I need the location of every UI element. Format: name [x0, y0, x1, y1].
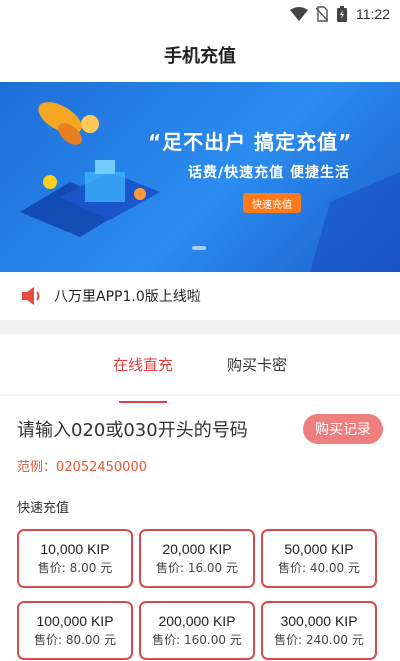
package-card[interactable]: 50,000 KIP 售价: 40.00 元: [261, 529, 377, 588]
package-price: 售价: 40.00 元: [277, 561, 361, 575]
package-amount: 100,000 KIP: [36, 613, 114, 629]
example-number: 范例：02052450000: [17, 460, 147, 475]
package-amount: 300,000 KIP: [280, 613, 358, 629]
wifi-icon: [290, 7, 308, 21]
banner-subtitle: 话费/快速充值 便捷生活: [188, 165, 350, 181]
battery-charging-icon: [337, 6, 347, 22]
recharge-tabs: 在线直充 购买卡密: [0, 334, 400, 403]
quick-recharge-banner-button[interactable]: 快速充值: [243, 193, 301, 213]
package-card[interactable]: 200,000 KIP 售价: 160.00 元: [139, 601, 255, 660]
promo-banner[interactable]: “足不出户 搞定充值” 话费/快速充值 便捷生活 快速充值: [0, 82, 400, 272]
package-amount: 20,000 KIP: [162, 541, 232, 557]
status-bar: 11:22: [0, 0, 400, 28]
tab-online-recharge[interactable]: 在线直充: [109, 346, 177, 403]
carousel-indicator: [192, 246, 206, 250]
quick-recharge-title: 快速充值: [17, 501, 70, 516]
package-card[interactable]: 300,000 KIP 售价: 240.00 元: [261, 601, 377, 660]
package-card[interactable]: 100,000 KIP 售价: 80.00 元: [17, 601, 133, 660]
tab-buy-card-code[interactable]: 购买卡密: [223, 346, 291, 383]
package-card[interactable]: 20,000 KIP 售价: 16.00 元: [139, 529, 255, 588]
package-price: 售价: 8.00 元: [37, 561, 113, 575]
package-grid: 10,000 KIP 售价: 8.00 元 20,000 KIP 售价: 16.…: [17, 529, 383, 660]
package-amount: 200,000 KIP: [158, 613, 236, 629]
announcement-bar[interactable]: 八万里APP1.0版上线啦: [0, 272, 400, 320]
page-title: 手机充值: [0, 28, 400, 82]
banner-slogan: “足不出户 搞定充值”: [148, 130, 353, 154]
no-sim-icon: [316, 6, 328, 22]
package-amount: 50,000 KIP: [284, 541, 354, 557]
package-price: 售价: 160.00 元: [152, 633, 242, 647]
recharge-panel: 请输入020或030开头的号码 购买记录 范例：02052450000 快速充值…: [0, 396, 400, 661]
package-card[interactable]: 10,000 KIP 售价: 8.00 元: [17, 529, 133, 588]
section-divider: [0, 320, 400, 334]
package-amount: 10,000 KIP: [40, 541, 110, 557]
package-price: 售价: 240.00 元: [274, 633, 364, 647]
status-time: 11:22: [356, 6, 390, 22]
buy-record-button[interactable]: 购买记录: [303, 414, 383, 444]
package-price: 售价: 16.00 元: [155, 561, 239, 575]
package-price: 售价: 80.00 元: [33, 633, 117, 647]
speaker-icon: [22, 287, 40, 305]
phone-number-input[interactable]: 请输入020或030开头的号码: [17, 416, 248, 442]
announcement-text: 八万里APP1.0版上线啦: [54, 289, 201, 305]
